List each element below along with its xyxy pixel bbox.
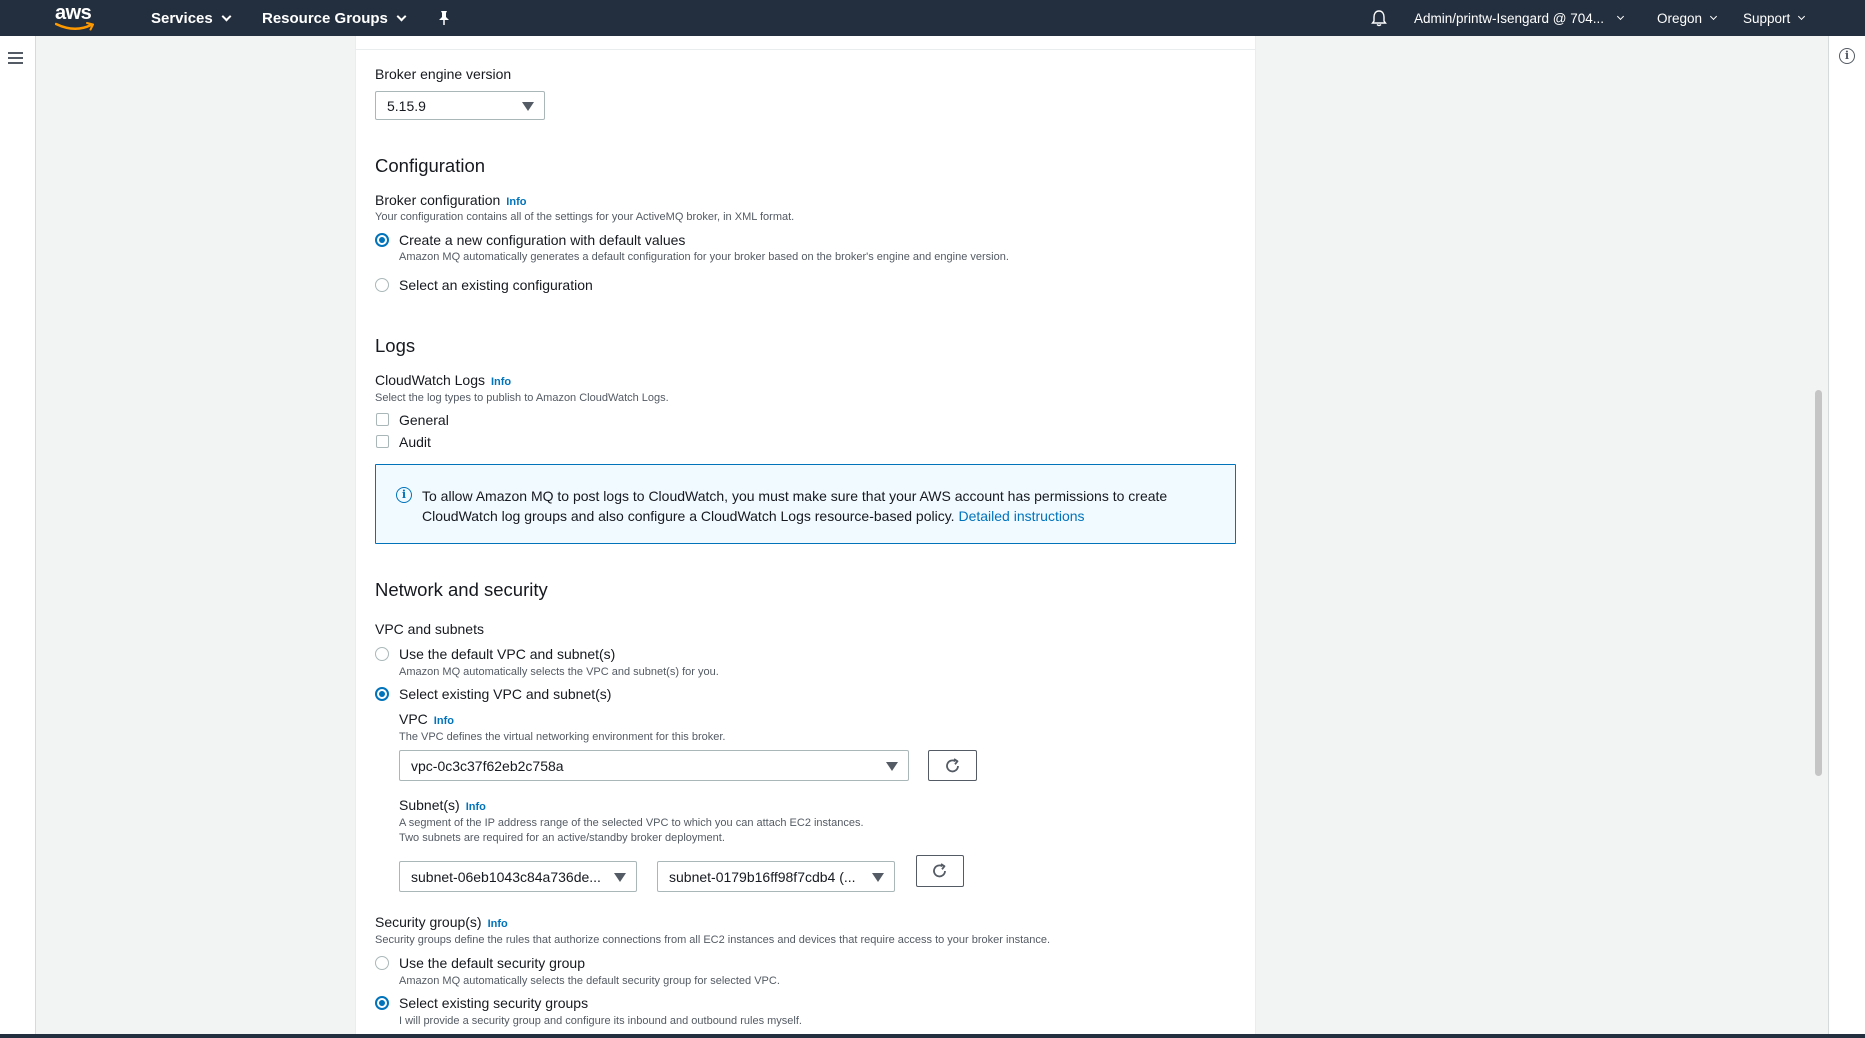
- subnet-description-1: A segment of the IP address range of the…: [399, 817, 864, 829]
- top-navigation: aws Services Resource Groups Admin/print…: [0, 0, 1865, 36]
- account-menu[interactable]: Admin/printw-Isengard @ 704...: [1414, 0, 1625, 36]
- support-label: Support: [1743, 10, 1791, 26]
- aws-smile-icon: [55, 22, 94, 31]
- chevron-down-icon: [1798, 12, 1806, 20]
- default-security-group-description: Amazon MQ automatically selects the defa…: [399, 975, 780, 987]
- new-configuration-description: Amazon MQ automatically generates a defa…: [399, 251, 1009, 263]
- default-security-group-label: Use the default security group: [399, 955, 585, 971]
- region-label: Oregon: [1657, 10, 1703, 26]
- info-panel-icon[interactable]: i: [1839, 48, 1855, 64]
- broker-configuration-label-row: Broker configuration Info: [375, 192, 526, 210]
- logs-heading: Logs: [375, 335, 416, 356]
- left-sidebar-collapsed: [0, 36, 36, 1034]
- vpc-info-link[interactable]: Info: [434, 715, 454, 727]
- radio-existing-vpc[interactable]: [375, 687, 389, 701]
- subnet-description-2: Two subnets are required for an active/s…: [399, 832, 725, 844]
- refresh-icon: [933, 863, 946, 878]
- configuration-heading: Configuration: [375, 155, 486, 176]
- subnet-2-select[interactable]: subnet-0179b16ff98f7cdb4 (...: [657, 861, 895, 892]
- bottom-bar: [0, 1034, 1865, 1038]
- vpc-refresh-button[interactable]: [928, 750, 977, 781]
- existing-security-groups-label: Select existing security groups: [399, 995, 589, 1011]
- radio-existing-security-groups[interactable]: [375, 996, 389, 1010]
- detailed-instructions-link[interactable]: Detailed instructions: [958, 508, 1084, 524]
- subnet-2-value: subnet-0179b16ff98f7cdb4 (...: [669, 868, 856, 885]
- cloudwatch-permissions-alert: i To allow Amazon MQ to post logs to Clo…: [375, 464, 1236, 544]
- security-group-label: Security group(s): [375, 914, 482, 930]
- refresh-icon: [945, 757, 959, 772]
- vpc-value: vpc-0c3c37f62eb2c758a: [411, 757, 564, 774]
- chevron-down-icon: [1617, 12, 1625, 20]
- general-logs-label: General: [399, 412, 449, 428]
- scrollbar[interactable]: [1815, 390, 1822, 776]
- cloudwatch-logs-label: CloudWatch Logs: [375, 372, 485, 388]
- alert-text: To allow Amazon MQ to post logs to Cloud…: [422, 486, 1212, 526]
- cloudwatch-logs-info-link[interactable]: Info: [491, 376, 511, 388]
- bell-icon[interactable]: [1371, 0, 1387, 36]
- existing-vpc-label: Select existing VPC and subnet(s): [399, 686, 612, 702]
- default-vpc-label: Use the default VPC and subnet(s): [399, 646, 616, 662]
- dropdown-arrow-icon: [614, 872, 626, 882]
- menu-icon[interactable]: [8, 52, 23, 64]
- broker-configuration-description: Your configuration contains all of the s…: [375, 211, 795, 223]
- radio-existing-configuration[interactable]: [375, 278, 389, 292]
- cloudwatch-logs-description: Select the log types to publish to Amazo…: [375, 392, 669, 404]
- account-label: Admin/printw-Isengard @ 704...: [1414, 10, 1605, 26]
- broker-configuration-info-link[interactable]: Info: [506, 196, 526, 208]
- divider: [355, 49, 1256, 50]
- existing-security-groups-description: I will provide a security group and conf…: [399, 1015, 802, 1027]
- radio-default-vpc[interactable]: [375, 647, 389, 661]
- pin-icon[interactable]: [437, 0, 451, 36]
- engine-version-value: 5.15.9: [387, 97, 426, 114]
- services-menu[interactable]: Services: [151, 0, 232, 36]
- chevron-down-icon: [221, 11, 232, 21]
- default-vpc-description: Amazon MQ automatically selects the VPC …: [399, 666, 719, 678]
- existing-configuration-label: Select an existing configuration: [399, 277, 593, 293]
- security-group-label-row: Security group(s) Info: [375, 914, 508, 932]
- subnet-label: Subnet(s): [399, 797, 460, 813]
- radio-new-configuration[interactable]: [375, 233, 389, 247]
- dropdown-arrow-icon: [872, 872, 884, 882]
- vpc-description: The VPC defines the virtual networking e…: [399, 731, 726, 743]
- radio-default-security-group[interactable]: [375, 956, 389, 970]
- general-logs-checkbox[interactable]: [376, 413, 389, 426]
- region-menu[interactable]: Oregon: [1657, 0, 1718, 36]
- subnet-refresh-button[interactable]: [916, 855, 964, 887]
- subnet-label-row: Subnet(s) Info: [399, 797, 486, 815]
- security-group-description: Security groups define the rules that au…: [375, 934, 1051, 946]
- subnet-1-value: subnet-06eb1043c84a736de...: [411, 868, 601, 885]
- new-configuration-label: Create a new configuration with default …: [399, 232, 686, 248]
- aws-logo-text: aws: [55, 2, 92, 24]
- audit-logs-label: Audit: [399, 434, 431, 450]
- aws-logo[interactable]: aws: [55, 3, 97, 33]
- services-label: Services: [151, 9, 213, 27]
- chevron-down-icon: [1709, 12, 1718, 20]
- network-security-heading: Network and security: [375, 579, 548, 600]
- dropdown-arrow-icon: [522, 101, 534, 111]
- subnet-1-select[interactable]: subnet-06eb1043c84a736de...: [399, 861, 637, 892]
- vpc-subnets-label: VPC and subnets: [375, 621, 484, 637]
- support-menu[interactable]: Support: [1743, 0, 1806, 36]
- dropdown-arrow-icon: [886, 761, 898, 771]
- engine-version-label: Broker engine version: [375, 66, 512, 82]
- chevron-down-icon: [396, 11, 407, 21]
- resource-groups-menu[interactable]: Resource Groups: [262, 0, 407, 36]
- audit-logs-checkbox[interactable]: [376, 435, 389, 448]
- resource-groups-label: Resource Groups: [262, 9, 388, 27]
- vpc-label: VPC: [399, 711, 428, 727]
- cloudwatch-logs-label-row: CloudWatch Logs Info: [375, 372, 511, 390]
- info-circle-icon: i: [396, 487, 412, 503]
- right-tools-panel: i: [1828, 36, 1865, 1034]
- engine-version-select[interactable]: 5.15.9: [375, 91, 545, 120]
- vpc-select[interactable]: vpc-0c3c37f62eb2c758a: [399, 750, 909, 781]
- broker-configuration-label: Broker configuration: [375, 192, 501, 208]
- subnet-info-link[interactable]: Info: [466, 801, 486, 813]
- security-group-info-link[interactable]: Info: [488, 918, 508, 930]
- vpc-label-row: VPC Info: [399, 711, 454, 729]
